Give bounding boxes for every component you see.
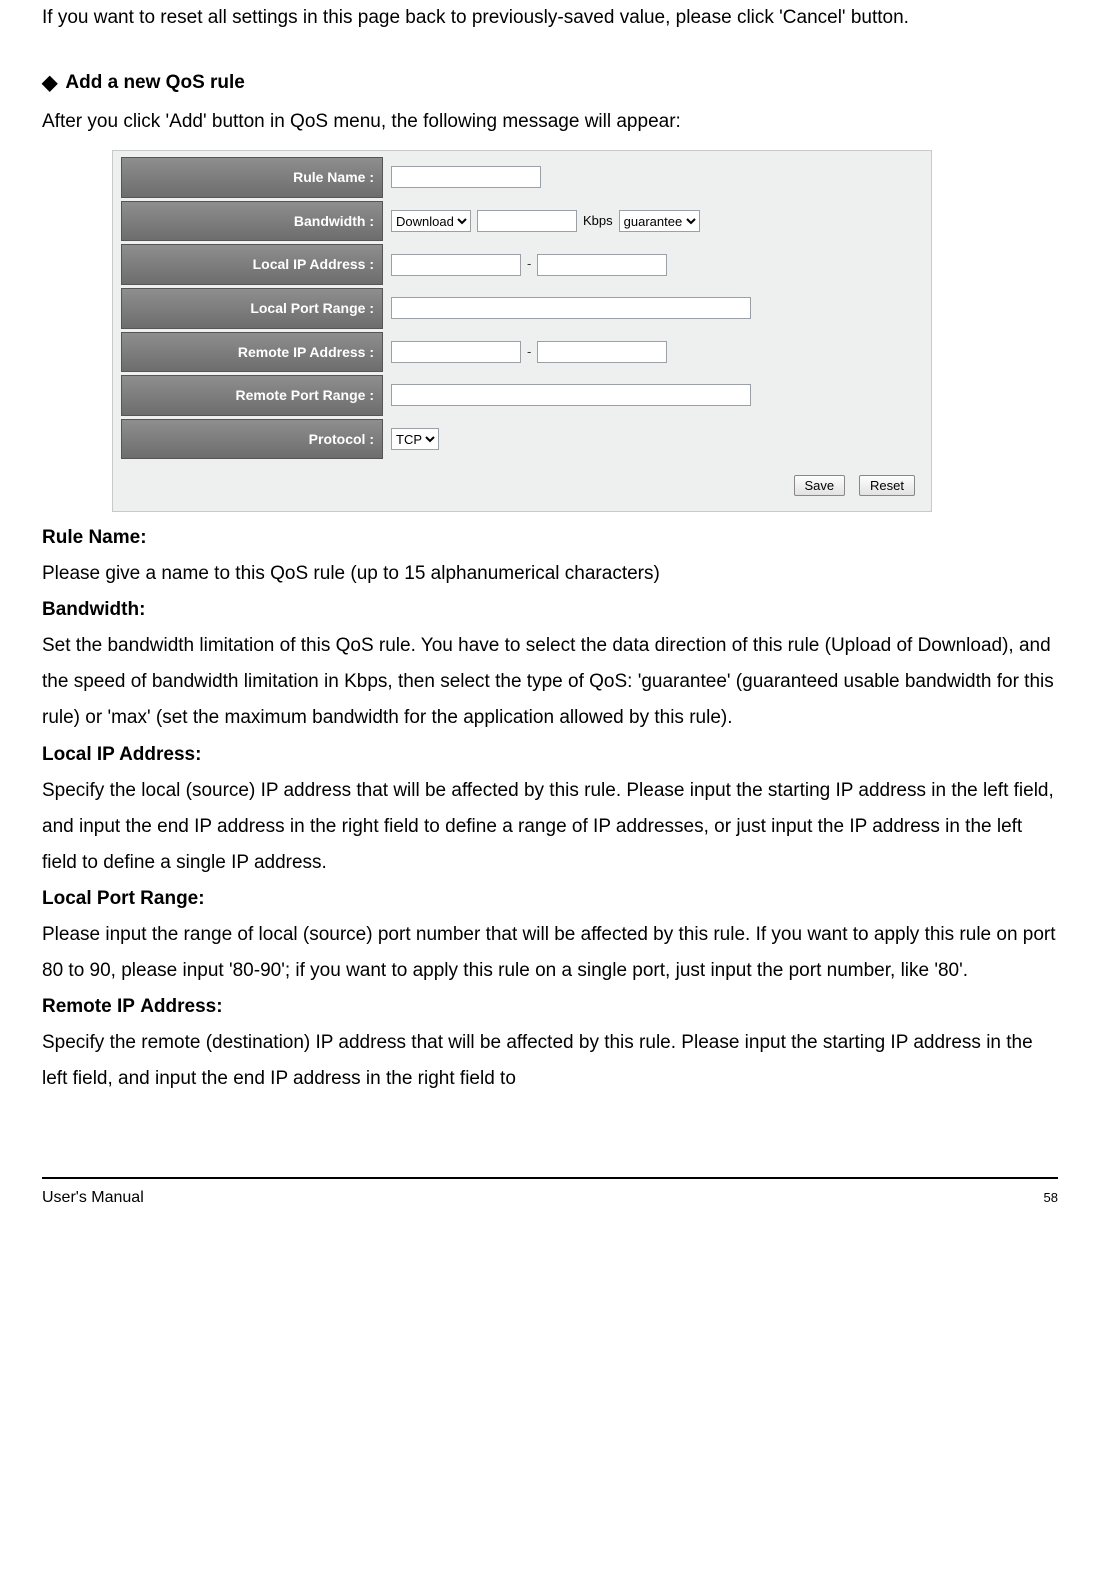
desc-rule-name: Please give a name to this QoS rule (up …	[42, 556, 1058, 592]
bandwidth-unit: Kbps	[583, 209, 613, 234]
intro-text: If you want to reset all settings in thi…	[42, 0, 1058, 36]
row-bandwidth: Bandwidth : Download Kbps guarantee	[121, 201, 923, 242]
desc-local-ip: Specify the local (source) IP address th…	[42, 773, 1058, 881]
button-row: Save Reset	[121, 462, 923, 499]
row-remote-port: Remote Port Range :	[121, 375, 923, 416]
page-number: 58	[1044, 1186, 1058, 1211]
row-rule-name: Rule Name :	[121, 157, 923, 198]
desc-local-port: Please input the range of local (source)…	[42, 917, 1058, 989]
section-header: ◆ Add a new QoS rule	[42, 64, 1058, 102]
term-remote-ip: Remote IP Address:	[42, 989, 1058, 1025]
footer-label: User's Manual	[42, 1183, 144, 1213]
qos-form-screenshot: Rule Name : Bandwidth : Download Kbps gu…	[112, 150, 932, 512]
remote-port-input[interactable]	[391, 384, 751, 406]
bandwidth-direction-select[interactable]: Download	[391, 210, 471, 232]
save-button[interactable]: Save	[794, 475, 846, 496]
row-local-port: Local Port Range :	[121, 288, 923, 329]
bandwidth-value-input[interactable]	[477, 210, 577, 232]
local-ip-end-input[interactable]	[537, 254, 667, 276]
page-footer: User's Manual 58	[42, 1177, 1058, 1213]
remote-ip-end-input[interactable]	[537, 341, 667, 363]
label-remote-port: Remote Port Range :	[121, 375, 383, 416]
label-local-port: Local Port Range :	[121, 288, 383, 329]
reset-button[interactable]: Reset	[859, 475, 915, 496]
term-bandwidth: Bandwidth:	[42, 592, 1058, 628]
diamond-icon: ◆	[42, 64, 57, 102]
row-remote-ip: Remote IP Address : -	[121, 332, 923, 373]
desc-bandwidth: Set the bandwidth limitation of this QoS…	[42, 628, 1058, 736]
desc-remote-ip: Specify the remote (destination) IP addr…	[42, 1025, 1058, 1097]
remote-ip-start-input[interactable]	[391, 341, 521, 363]
bandwidth-type-select[interactable]: guarantee	[619, 210, 700, 232]
label-remote-ip: Remote IP Address :	[121, 332, 383, 373]
label-rule-name: Rule Name :	[121, 157, 383, 198]
row-local-ip: Local IP Address : -	[121, 244, 923, 285]
local-ip-start-input[interactable]	[391, 254, 521, 276]
section-title: Add a new QoS rule	[65, 65, 244, 101]
local-port-input[interactable]	[391, 297, 751, 319]
label-bandwidth: Bandwidth :	[121, 201, 383, 242]
protocol-select[interactable]: TCP	[391, 428, 439, 450]
term-local-ip: Local IP Address:	[42, 737, 1058, 773]
rule-name-input[interactable]	[391, 166, 541, 188]
row-protocol: Protocol : TCP	[121, 419, 923, 460]
label-local-ip: Local IP Address :	[121, 244, 383, 285]
term-rule-name: Rule Name:	[42, 520, 1058, 556]
section-intro: After you click 'Add' button in QoS menu…	[42, 104, 1058, 140]
term-local-port: Local Port Range:	[42, 881, 1058, 917]
dash-icon: -	[527, 340, 531, 365]
dash-icon: -	[527, 252, 531, 277]
label-protocol: Protocol :	[121, 419, 383, 460]
